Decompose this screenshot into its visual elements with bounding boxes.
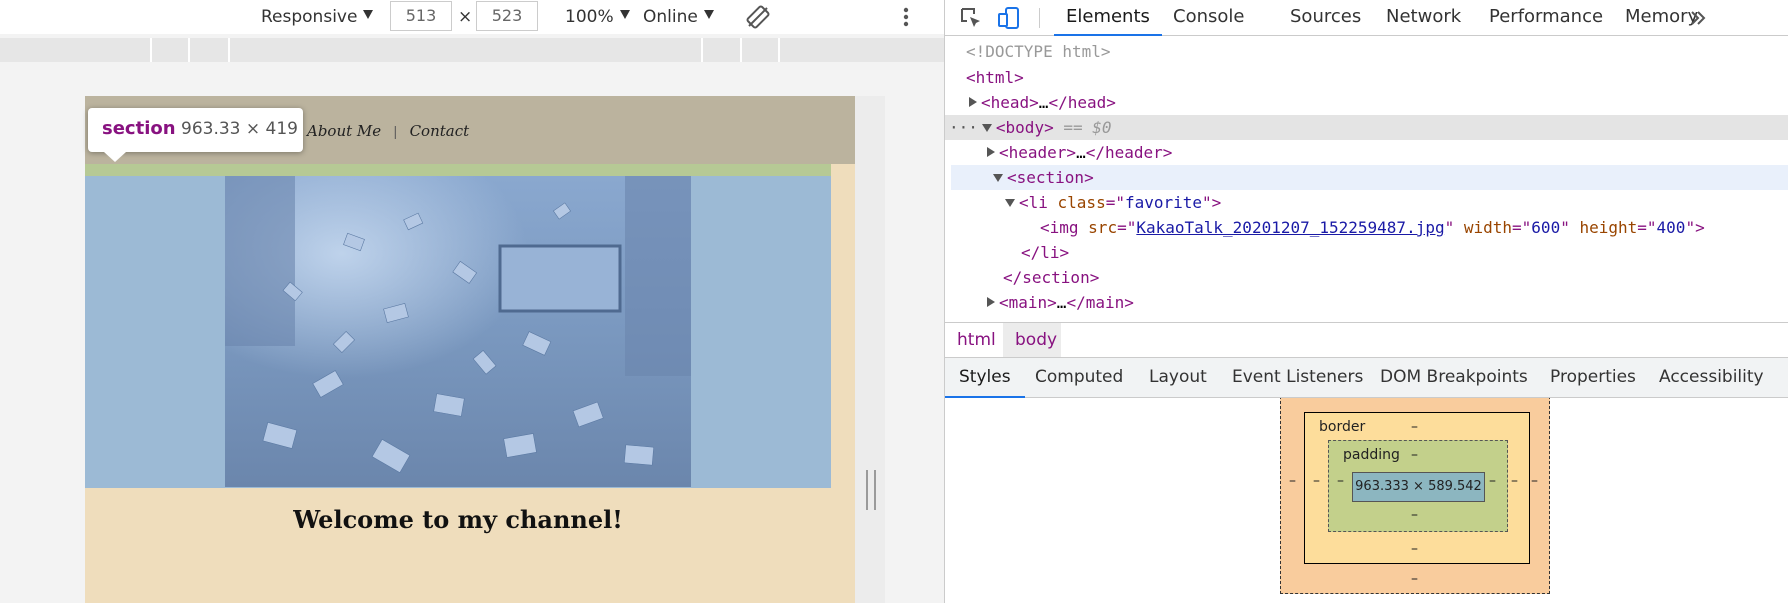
tab-sources[interactable]: Sources (1290, 0, 1361, 36)
inspect-element-icon[interactable] (959, 6, 983, 30)
section-highlight-top (85, 164, 831, 176)
section-highlight (85, 176, 831, 488)
tab-elements[interactable]: Elements (1054, 0, 1162, 36)
tooltip-tag: section (102, 118, 176, 139)
dom-line-doctype[interactable]: <!DOCTYPE html> (945, 39, 1788, 64)
viewport-width-input[interactable]: 513 (390, 1, 452, 31)
viewport-resize-handle[interactable] (866, 470, 876, 510)
tab-computed[interactable]: Computed (1035, 358, 1123, 398)
margin-label: margin (1295, 398, 1344, 399)
device-emulation-pane: Responsive 513 × 523 100% Online About M… (0, 0, 945, 603)
tab-styles[interactable]: Styles (945, 358, 1025, 398)
devtools-panel: Elements Console Sources Network Perform… (945, 0, 1788, 603)
dom-line-html[interactable]: <html> (945, 65, 1788, 90)
hero-image (225, 176, 691, 487)
nav-separator: | (393, 125, 398, 140)
padding-label: padding (1343, 447, 1400, 463)
collapse-triangle-icon[interactable] (1005, 199, 1015, 207)
throttling-label: Online (643, 7, 698, 27)
emulated-page: About Me | Contact Welcome to my channel… (85, 96, 855, 603)
img-src-link[interactable]: KakaoTalk_20201207_152259487.jpg (1136, 218, 1444, 237)
dom-line-body[interactable]: ··· <body> == $0 (945, 115, 1788, 140)
device-toolbar: Responsive 513 × 523 100% Online (0, 0, 945, 34)
device-mode-label: Responsive (261, 7, 358, 27)
tooltip-arrow (104, 152, 126, 162)
throttling-select[interactable]: Online (643, 4, 714, 30)
tooltip-dimensions: 963.33 × 419 (181, 119, 298, 139)
box-model-diagram: margin – – – – border – – – – padding – … (945, 398, 1788, 603)
tab-accessibility[interactable]: Accessibility (1659, 358, 1764, 398)
site-nav: About Me | Contact (307, 122, 469, 140)
dom-tree: <!DOCTYPE html> <html> <head>…</head> ··… (945, 38, 1788, 322)
dom-line-li[interactable]: <li class="favorite"> (945, 190, 1788, 215)
chevron-down-icon (619, 10, 630, 19)
expand-triangle-icon[interactable] (987, 147, 995, 157)
rotate-icon[interactable] (745, 4, 771, 30)
tab-network[interactable]: Network (1386, 0, 1461, 36)
tab-layout[interactable]: Layout (1149, 358, 1207, 398)
media-query-ruler[interactable] (0, 38, 945, 62)
viewport-gutter (855, 96, 885, 603)
tab-dom-breakpoints[interactable]: DOM Breakpoints (1380, 358, 1528, 398)
styles-tabbar: Styles Computed Layout Event Listeners D… (945, 358, 1788, 398)
breadcrumb: html body (945, 322, 1788, 358)
tab-properties[interactable]: Properties (1550, 358, 1636, 398)
more-options-icon[interactable] (900, 4, 912, 30)
tab-event-listeners[interactable]: Event Listeners (1232, 358, 1363, 398)
zoom-label: 100% (565, 7, 614, 27)
welcome-heading: Welcome to my channel! (293, 505, 623, 534)
more-tabs-icon[interactable] (1689, 9, 1707, 27)
device-mode-select[interactable]: Responsive (261, 4, 374, 30)
dom-line-main[interactable]: <main>…</main> (945, 290, 1788, 315)
dom-line-li-close[interactable]: </li> (945, 240, 1788, 265)
expand-triangle-icon[interactable] (987, 297, 995, 307)
doctype-text: <!DOCTYPE html> (966, 42, 1111, 61)
breadcrumb-body[interactable]: body (1015, 330, 1057, 350)
box-model-content[interactable]: 963.333 × 589.542 (1352, 472, 1485, 502)
dom-line-section[interactable]: <section> (951, 165, 1788, 190)
more-actions-icon[interactable]: ··· (949, 118, 978, 137)
tab-console[interactable]: Console (1173, 0, 1244, 36)
chevron-down-icon (703, 10, 714, 19)
device-toolbar-icon[interactable] (997, 6, 1021, 30)
collapse-triangle-icon[interactable] (993, 174, 1003, 182)
dom-line-head[interactable]: <head>…</head> (945, 90, 1788, 115)
screen: Responsive 513 × 523 100% Online About M… (0, 0, 1788, 603)
devtools-tabbar: Elements Console Sources Network Perform… (945, 0, 1788, 36)
zoom-select[interactable]: 100% (565, 4, 630, 30)
viewport-height-input[interactable]: 523 (476, 1, 538, 31)
dom-line-header[interactable]: <header>…</header> (945, 140, 1788, 165)
element-inspect-tooltip: section 963.33 × 419 (88, 108, 303, 152)
nav-about-me[interactable]: About Me (307, 122, 381, 140)
nav-contact[interactable]: Contact (410, 122, 470, 140)
dom-line-section-close[interactable]: </section> (945, 265, 1788, 290)
html-open: <html> (966, 68, 1024, 87)
dom-line-img[interactable]: <img src="KakaoTalk_20201207_152259487.j… (945, 215, 1788, 240)
collapse-triangle-icon[interactable] (981, 124, 992, 132)
breadcrumb-html[interactable]: html (957, 330, 996, 350)
expand-triangle-icon[interactable] (969, 97, 977, 107)
dimension-separator: × (458, 7, 473, 27)
tab-memory[interactable]: Memory (1625, 0, 1698, 36)
chevron-down-icon (363, 10, 374, 19)
border-label: border (1319, 419, 1366, 435)
tab-performance[interactable]: Performance (1489, 0, 1603, 36)
